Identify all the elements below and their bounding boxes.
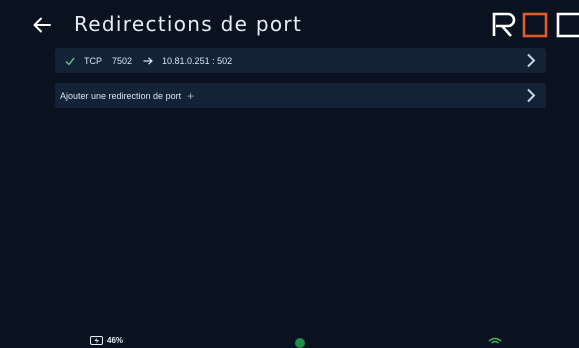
port-redirect-item[interactable]: TCP 7502 10.81.0.251 : 502 <box>55 48 546 73</box>
chevron-right-icon[interactable] <box>526 88 536 103</box>
check-icon <box>65 57 75 66</box>
plus-icon: + <box>187 88 195 103</box>
status-bar: 46% <box>0 335 579 348</box>
wifi-icon <box>488 337 502 344</box>
arrow-right-icon <box>143 56 153 65</box>
add-port-redirect-button[interactable]: Ajouter une redirection de port + <box>55 83 546 108</box>
roc-logo <box>492 12 579 38</box>
arrow-left-icon <box>33 17 51 33</box>
battery-percentage: 46% <box>107 336 124 345</box>
redirect-protocol: TCP <box>84 55 102 66</box>
leaf-icon <box>295 338 305 348</box>
battery-charging-icon <box>90 336 103 345</box>
battery-indicator: 46% <box>90 336 123 345</box>
chevron-right-icon[interactable] <box>526 53 536 68</box>
redirect-port: 7502 <box>112 55 133 66</box>
add-redirect-label: Ajouter une redirection de port <box>60 90 182 101</box>
top-bar: Redirections de port <box>0 0 579 44</box>
redirect-target: 10.81.0.251 : 502 <box>162 55 233 66</box>
page-title: Redirections de port <box>74 12 303 36</box>
back-button[interactable] <box>31 14 53 36</box>
